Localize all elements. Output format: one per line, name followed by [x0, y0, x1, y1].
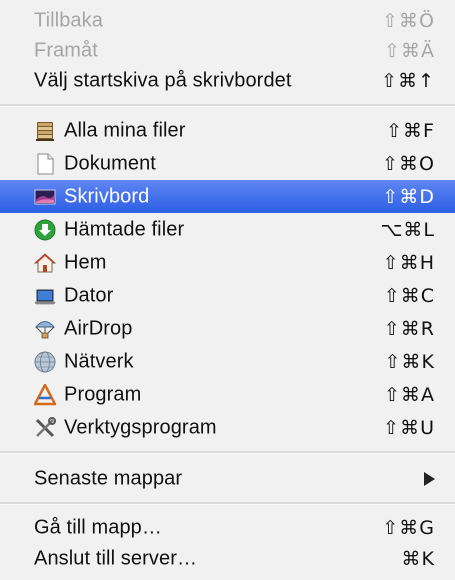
menu-item-back: Tillbaka ⇧⌘Ö	[0, 4, 455, 37]
menu-separator	[0, 502, 455, 505]
go-menu: Tillbaka ⇧⌘Ö Framåt ⇧⌘Ä Välj startskiva …	[0, 0, 455, 580]
menu-item-label: Framåt	[34, 39, 98, 61]
applications-icon	[34, 383, 56, 406]
menu-item-label: AirDrop	[64, 317, 133, 339]
menu-item-label: Skrivbord	[64, 185, 150, 207]
menu-item-computer[interactable]: Dator ⇧⌘C	[0, 279, 455, 312]
network-icon	[34, 351, 56, 373]
menu-item-label: Hämtade filer	[64, 218, 185, 240]
menu-item-shortcut: ⇧⌘↑	[381, 69, 435, 92]
menu-item-forward: Framåt ⇧⌘Ä	[0, 34, 455, 67]
menu-item-connect-to-server[interactable]: Anslut till server… ⌘K	[0, 542, 455, 575]
menu-item-shortcut: ⇧⌘Ä	[384, 39, 435, 62]
menu-item-shortcut: ⌘K	[401, 547, 435, 570]
menu-item-label: Senaste mappar	[34, 467, 183, 489]
menu-item-label: Tillbaka	[34, 9, 103, 31]
menu-item-shortcut: ⇧⌘A	[384, 383, 435, 406]
downloads-icon	[34, 219, 56, 241]
menu-item-label: Verktygsprogram	[64, 416, 217, 438]
menu-item-shortcut: ⇧⌘U	[383, 416, 435, 439]
menu-item-label: Anslut till server…	[34, 547, 198, 569]
menu-item-shortcut: ⇧⌘C	[383, 284, 435, 307]
menu-item-label: Gå till mapp…	[34, 516, 163, 538]
menu-separator	[0, 104, 455, 107]
menu-item-shortcut: ⇧⌘G	[382, 516, 435, 539]
menu-item-shortcut: ⇧⌘O	[382, 152, 435, 175]
menu-item-utilities[interactable]: Verktygsprogram ⇧⌘U	[0, 411, 455, 444]
menu-item-shortcut: ⇧⌘Ö	[382, 9, 435, 32]
computer-icon	[34, 285, 56, 307]
menu-item-network[interactable]: Nätverk ⇧⌘K	[0, 345, 455, 378]
menu-item-select-startup-disk[interactable]: Välj startskiva på skrivbordet ⇧⌘↑	[0, 64, 455, 97]
menu-separator	[0, 451, 455, 454]
menu-item-desktop[interactable]: Skrivbord ⇧⌘D	[0, 180, 455, 213]
menu-item-label: Nätverk	[64, 350, 134, 372]
menu-item-home[interactable]: Hem ⇧⌘H	[0, 246, 455, 279]
menu-item-airdrop[interactable]: AirDrop ⇧⌘R	[0, 312, 455, 345]
menu-item-label: Hem	[64, 251, 107, 273]
menu-item-label: Alla mina filer	[64, 119, 186, 141]
airdrop-icon	[34, 318, 56, 340]
menu-item-label: Dator	[64, 284, 114, 306]
menu-item-shortcut: ⇧⌘K	[384, 350, 435, 373]
menu-item-shortcut: ⇧⌘H	[382, 251, 435, 274]
submenu-arrow-icon	[424, 471, 435, 486]
menu-item-shortcut: ⌥⌘L	[380, 218, 435, 241]
menu-item-label: Program	[64, 383, 142, 405]
menu-item-recent-folders[interactable]: Senaste mappar	[0, 462, 455, 495]
utilities-icon	[34, 416, 56, 439]
menu-item-shortcut: ⇧⌘R	[383, 317, 435, 340]
menu-item-label: Välj startskiva på skrivbordet	[34, 69, 292, 91]
document-icon	[34, 153, 56, 175]
menu-item-downloads[interactable]: Hämtade filer ⌥⌘L	[0, 213, 455, 246]
menu-item-shortcut: ⇧⌘F	[386, 119, 435, 142]
menu-item-go-to-folder[interactable]: Gå till mapp… ⇧⌘G	[0, 511, 455, 544]
menu-item-label: Dokument	[64, 152, 156, 174]
menu-item-shortcut: ⇧⌘D	[382, 185, 435, 208]
desktop-icon	[34, 186, 56, 208]
home-icon	[34, 252, 56, 274]
menu-item-all-my-files[interactable]: Alla mina filer ⇧⌘F	[0, 114, 455, 147]
all-my-files-icon	[34, 120, 56, 142]
menu-item-documents[interactable]: Dokument ⇧⌘O	[0, 147, 455, 180]
menu-item-applications[interactable]: Program ⇧⌘A	[0, 378, 455, 411]
